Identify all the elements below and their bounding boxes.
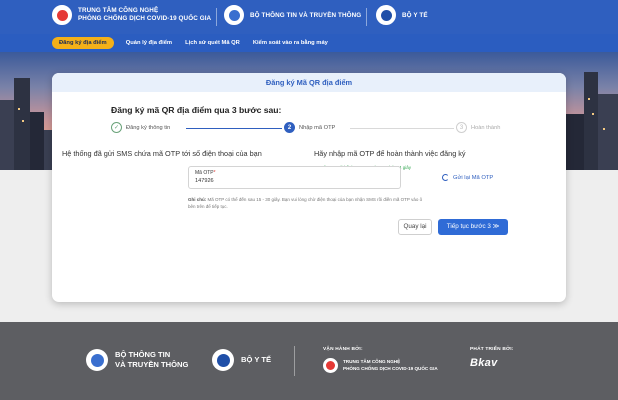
step-3: 3 Hoàn thành bbox=[456, 122, 500, 133]
nav-qr-history[interactable]: Lịch sử quét Mã QR bbox=[185, 40, 240, 46]
header-org1-line2: PHÒNG CHỐNG DỊCH COVID-19 QUỐC GIA bbox=[78, 15, 212, 22]
step-1-label: Đăng ký thông tin bbox=[126, 124, 171, 131]
step-3-number: 3 bbox=[456, 122, 467, 133]
operator-line2: PHÒNG CHỐNG DỊCH COVID-19 QUỐC GIA bbox=[343, 365, 438, 371]
step-2: 2 Nhập mã OTP bbox=[284, 122, 335, 133]
otp-field[interactable]: Mã OTP* bbox=[188, 166, 401, 189]
header-org-ministry-health[interactable]: BỘ Y TẾ bbox=[376, 5, 428, 25]
footer-org-ministry-ict[interactable]: BỘ THÔNG TIN VÀ TRUYỀN THÔNG bbox=[86, 349, 188, 371]
step-2-label: Nhập mã OTP bbox=[299, 124, 336, 131]
step-3-label: Hoàn thành bbox=[471, 124, 501, 131]
header-org3-label: BỘ Y TẾ bbox=[402, 12, 428, 19]
developed-by-heading: PHÁT TRIỂN BỞI: bbox=[470, 347, 514, 352]
footer-org-left-line1: BỘ THÔNG TIN bbox=[115, 350, 171, 359]
card-title: Đăng ký Mã QR địa điểm bbox=[52, 73, 566, 92]
bkav-logo[interactable]: Bkav bbox=[470, 357, 498, 369]
footer-org-left-line2: VÀ TRUYỀN THÔNG bbox=[115, 360, 189, 369]
ministry-health-logo-icon bbox=[212, 349, 234, 371]
step-2-number: 2 bbox=[284, 122, 295, 133]
sms-sent-message: Hệ thống đã gửi SMS chứa mã OTP tới số đ… bbox=[62, 149, 262, 158]
operated-by-heading: VẬN HÀNH BỞI: bbox=[323, 347, 363, 352]
otp-field-label: Mã OTP bbox=[195, 170, 214, 176]
refresh-icon bbox=[442, 174, 449, 181]
step-1: ✓ Đăng ký thông tin bbox=[111, 122, 170, 133]
ministry-health-logo-icon bbox=[376, 5, 396, 25]
enter-otp-instruction: Hãy nhập mã OTP để hoàn thành việc đăng … bbox=[314, 149, 466, 158]
nav-register-location[interactable]: Đăng ký địa điểm bbox=[52, 37, 114, 49]
footer-operator[interactable]: TRUNG TÂM CÔNG NGHỆ PHÒNG CHỐNG DỊCH COV… bbox=[323, 358, 438, 373]
step-connector bbox=[350, 127, 454, 129]
nav-manage-location[interactable]: Quản lý địa điểm bbox=[126, 40, 172, 46]
site-footer: BỘ THÔNG TIN VÀ TRUYỀN THÔNG BỘ Y TẾ VẬN… bbox=[0, 322, 618, 400]
otp-input[interactable] bbox=[195, 178, 385, 184]
check-icon: ✓ bbox=[111, 122, 122, 133]
footer-divider bbox=[294, 346, 295, 376]
main-nav: Đăng ký địa điểm Quản lý địa điểm Lịch s… bbox=[0, 34, 618, 52]
otp-note: Ghi chú: Mã OTP có thể đến sau 15 - 30 g… bbox=[188, 197, 423, 210]
covid-center-logo-icon bbox=[52, 5, 72, 25]
ministry-ict-logo-icon bbox=[86, 349, 108, 371]
resend-otp-label: Gửi lại Mã OTP bbox=[453, 174, 494, 181]
header-org-ministry-ict[interactable]: BỘ THÔNG TIN VÀ TRUYỀN THÔNG bbox=[224, 5, 361, 25]
header-divider bbox=[366, 8, 367, 26]
footer-org-ministry-health[interactable]: BỘ Y TẾ bbox=[212, 349, 271, 371]
header-divider bbox=[216, 8, 217, 26]
footer-org-mid: BỘ Y TẾ bbox=[241, 355, 272, 364]
note-label: Ghi chú: bbox=[188, 197, 207, 202]
step-connector bbox=[186, 127, 282, 129]
nav-machine-control[interactable]: Kiểm soát vào ra bằng máy bbox=[253, 40, 328, 46]
header-org2-label: BỘ THÔNG TIN VÀ TRUYỀN THÔNG bbox=[250, 12, 362, 19]
resend-otp-link[interactable]: Gửi lại Mã OTP bbox=[442, 174, 493, 181]
header-org1-line1: TRUNG TÂM CÔNG NGHỆ bbox=[78, 7, 159, 14]
registration-card: Đăng ký Mã QR địa điểm Đăng ký mã QR địa… bbox=[52, 73, 566, 302]
back-button[interactable]: Quay lại bbox=[398, 219, 432, 235]
ministry-ict-logo-icon bbox=[224, 5, 244, 25]
header-org-covid-center[interactable]: TRUNG TÂM CÔNG NGHỆ PHÒNG CHỐNG DỊCH COV… bbox=[52, 5, 211, 25]
continue-step-3-button[interactable]: Tiếp tục bước 3 ≫ bbox=[438, 219, 508, 235]
site-header: TRUNG TÂM CÔNG NGHỆ PHÒNG CHỐNG DỊCH COV… bbox=[0, 0, 618, 34]
note-text: Mã OTP có thể đến sau 15 - 30 giây. Bạn … bbox=[188, 197, 423, 209]
covid-center-logo-icon bbox=[323, 358, 338, 373]
steps-heading: Đăng ký mã QR địa điểm qua 3 bước sau: bbox=[111, 105, 282, 115]
